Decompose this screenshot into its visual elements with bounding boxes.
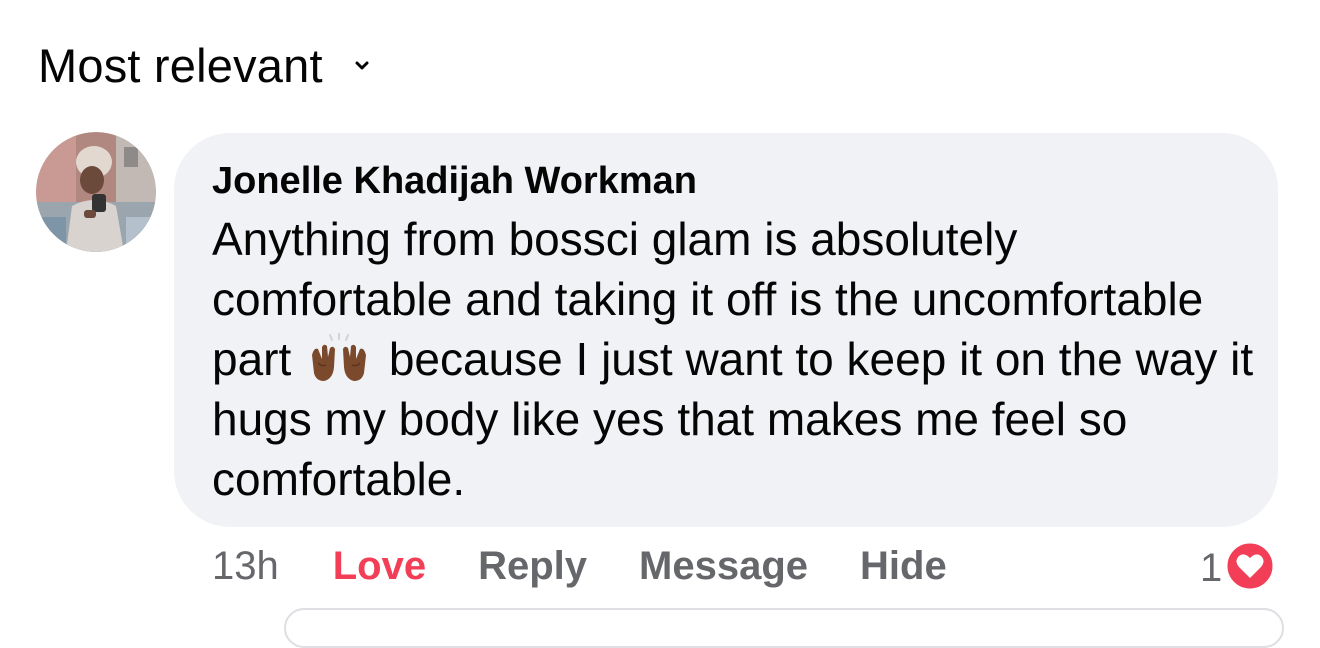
sort-label: Most relevant xyxy=(38,39,323,92)
message-button[interactable]: Message xyxy=(639,544,808,589)
comment-actions: 13h Love Reply Message Hide xyxy=(212,544,999,589)
comment-text-part-2: because I just want to keep it on the wa… xyxy=(212,333,1266,505)
heart-reaction-icon xyxy=(1224,540,1276,597)
comment-timestamp[interactable]: 13h xyxy=(212,544,279,589)
reply-button[interactable]: Reply xyxy=(478,544,587,589)
reaction-summary[interactable]: 1 xyxy=(1200,540,1276,597)
chevron-down-icon xyxy=(351,55,373,77)
love-button[interactable]: Love xyxy=(333,544,426,589)
reply-input-edge[interactable] xyxy=(284,608,1284,648)
comment-bubble: Jonelle Khadijah Workman Anything from b… xyxy=(174,133,1278,527)
avatar[interactable] xyxy=(36,132,156,252)
hide-button[interactable]: Hide xyxy=(860,544,947,589)
reaction-count: 1 xyxy=(1200,546,1223,590)
comment-author[interactable]: Jonelle Khadijah Workman xyxy=(212,159,1258,203)
raising-hands-emoji-icon xyxy=(308,332,370,383)
sort-dropdown[interactable]: Most relevant xyxy=(38,38,373,93)
comment-text: Anything from bossci glam is absolutely … xyxy=(212,209,1258,509)
